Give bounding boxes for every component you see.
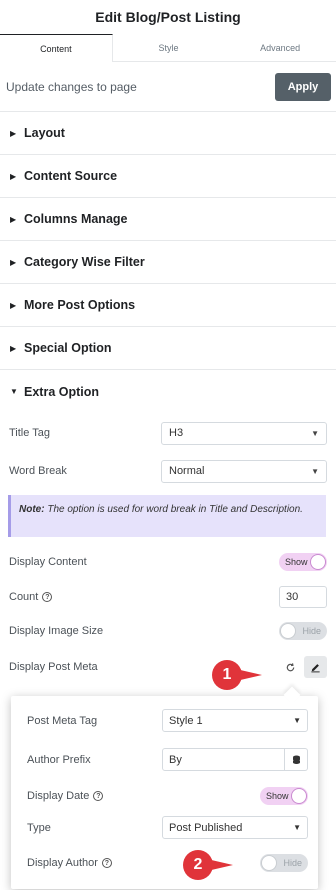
reset-icon[interactable]: [282, 659, 298, 675]
update-row: Update changes to page Apply: [0, 62, 336, 112]
chevron-down-icon: ▼: [311, 428, 319, 438]
chevron-down-icon: ▼: [293, 716, 301, 725]
marker-tail: [207, 859, 233, 871]
database-icon: [292, 755, 300, 764]
section-title: Extra Option: [24, 384, 100, 399]
count-input[interactable]: 30: [279, 586, 327, 608]
select-value: Style 1: [169, 714, 203, 727]
section-special-option[interactable]: ▶ Special Option: [0, 327, 336, 370]
marker-tail: [236, 669, 262, 681]
toggle-knob: [310, 554, 326, 570]
control-label: Display Image Size: [9, 625, 104, 637]
panel-header: Edit Blog/Post Listing: [0, 0, 336, 34]
section-category-wise-filter[interactable]: ▶ Category Wise Filter: [0, 241, 336, 284]
section-content-source[interactable]: ▶ Content Source: [0, 155, 336, 198]
edit-button[interactable]: [304, 656, 327, 678]
help-icon[interactable]: ?: [101, 858, 112, 869]
caret-right-icon: ▶: [10, 343, 17, 353]
control-count: Count? 30: [0, 581, 336, 613]
update-text: Update changes to page: [6, 79, 137, 94]
select-value: H3: [169, 427, 184, 439]
control-label: Display Date: [27, 790, 90, 802]
control-label: Author Prefix: [27, 753, 91, 766]
caret-right-icon: ▶: [10, 300, 17, 310]
popover-arrow: [283, 686, 301, 704]
section-title: Content Source: [24, 169, 118, 183]
control-label: Display Author: [27, 857, 98, 869]
post-meta-tag-select[interactable]: Style 1 ▼: [162, 709, 308, 732]
toggle-state: Hide: [283, 858, 302, 868]
control-label: Title Tag: [9, 427, 50, 439]
control-title-tag: Title Tag H3 ▼: [0, 413, 336, 453]
tab-advanced[interactable]: Advanced: [224, 34, 336, 61]
toggle-knob: [280, 623, 296, 639]
section-title: Layout: [24, 126, 65, 140]
section-columns-manage[interactable]: ▶ Columns Manage: [0, 198, 336, 241]
word-break-select[interactable]: Normal ▼: [161, 459, 327, 483]
control-type: Type Post Published ▼: [27, 816, 308, 839]
section-more-post-options[interactable]: ▶ More Post Options: [0, 284, 336, 327]
control-author-prefix: Author Prefix By: [27, 748, 308, 771]
display-date-toggle[interactable]: Show: [260, 787, 308, 805]
section-title: Columns Manage: [24, 212, 128, 226]
section-extra-option[interactable]: ▼ Extra Option: [0, 370, 336, 413]
control-word-break: Word Break Normal ▼: [0, 453, 336, 489]
toggle-knob: [261, 855, 277, 871]
type-select[interactable]: Post Published ▼: [162, 816, 308, 839]
word-break-note: Note: The option is used for word break …: [8, 495, 326, 537]
section-layout[interactable]: ▶ Layout: [0, 112, 336, 155]
section-title: More Post Options: [24, 298, 136, 312]
post-meta-popover: Post Meta Tag Style 1 ▼ Author Prefix By…: [11, 686, 318, 889]
caret-right-icon: ▶: [10, 171, 17, 181]
select-value: Post Published: [169, 821, 243, 834]
tab-style[interactable]: Style: [113, 34, 225, 61]
help-icon[interactable]: ?: [42, 592, 53, 603]
control-label: Type: [27, 821, 51, 834]
pencil-icon: [311, 663, 320, 672]
chevron-down-icon: ▼: [293, 823, 301, 832]
caret-down-icon: ▼: [10, 387, 18, 396]
section-title: Special Option: [24, 341, 112, 355]
toggle-knob: [291, 788, 307, 804]
control-display-content: Display Content Show: [0, 543, 336, 581]
toggle-state: Show: [285, 557, 308, 567]
control-label: Display Content: [9, 556, 87, 568]
section-title: Category Wise Filter: [24, 255, 145, 269]
caret-right-icon: ▶: [10, 128, 17, 138]
toggle-state: Hide: [302, 626, 321, 636]
control-display-date: Display Date? Show: [27, 787, 308, 805]
panel-title: Edit Blog/Post Listing: [95, 9, 241, 25]
control-display-image-size: Display Image Size Hide: [0, 613, 336, 649]
title-tag-select[interactable]: H3 ▼: [161, 421, 327, 445]
caret-right-icon: ▶: [10, 214, 17, 224]
display-content-toggle[interactable]: Show: [279, 553, 327, 571]
control-label: Post Meta Tag: [27, 714, 98, 727]
display-image-size-toggle[interactable]: Hide: [279, 622, 327, 640]
chevron-down-icon: ▼: [311, 466, 319, 476]
tab-bar: Content Style Advanced: [0, 34, 336, 62]
control-post-meta-tag: Post Meta Tag Style 1 ▼: [27, 709, 308, 732]
caret-right-icon: ▶: [10, 257, 17, 267]
apply-button[interactable]: Apply: [275, 72, 331, 101]
marker-one: 1: [212, 660, 262, 690]
dynamic-tags-button[interactable]: [285, 748, 308, 771]
toggle-state: Show: [266, 791, 289, 801]
author-prefix-input[interactable]: By: [162, 748, 285, 771]
marker-two: 2: [183, 850, 233, 880]
control-display-author: Display Author? Hide: [27, 854, 308, 872]
note-text: The option is used for word break in Tit…: [44, 504, 303, 515]
note-label: Note:: [19, 504, 45, 515]
tab-content[interactable]: Content: [0, 34, 113, 62]
control-label: Word Break: [9, 465, 67, 477]
control-label: Count: [9, 591, 39, 603]
control-display-post-meta: Display Post Meta: [0, 649, 336, 685]
display-author-toggle[interactable]: Hide: [260, 854, 308, 872]
select-value: Normal: [169, 465, 205, 477]
control-label: Display Post Meta: [9, 661, 98, 673]
help-icon[interactable]: ?: [93, 791, 104, 802]
